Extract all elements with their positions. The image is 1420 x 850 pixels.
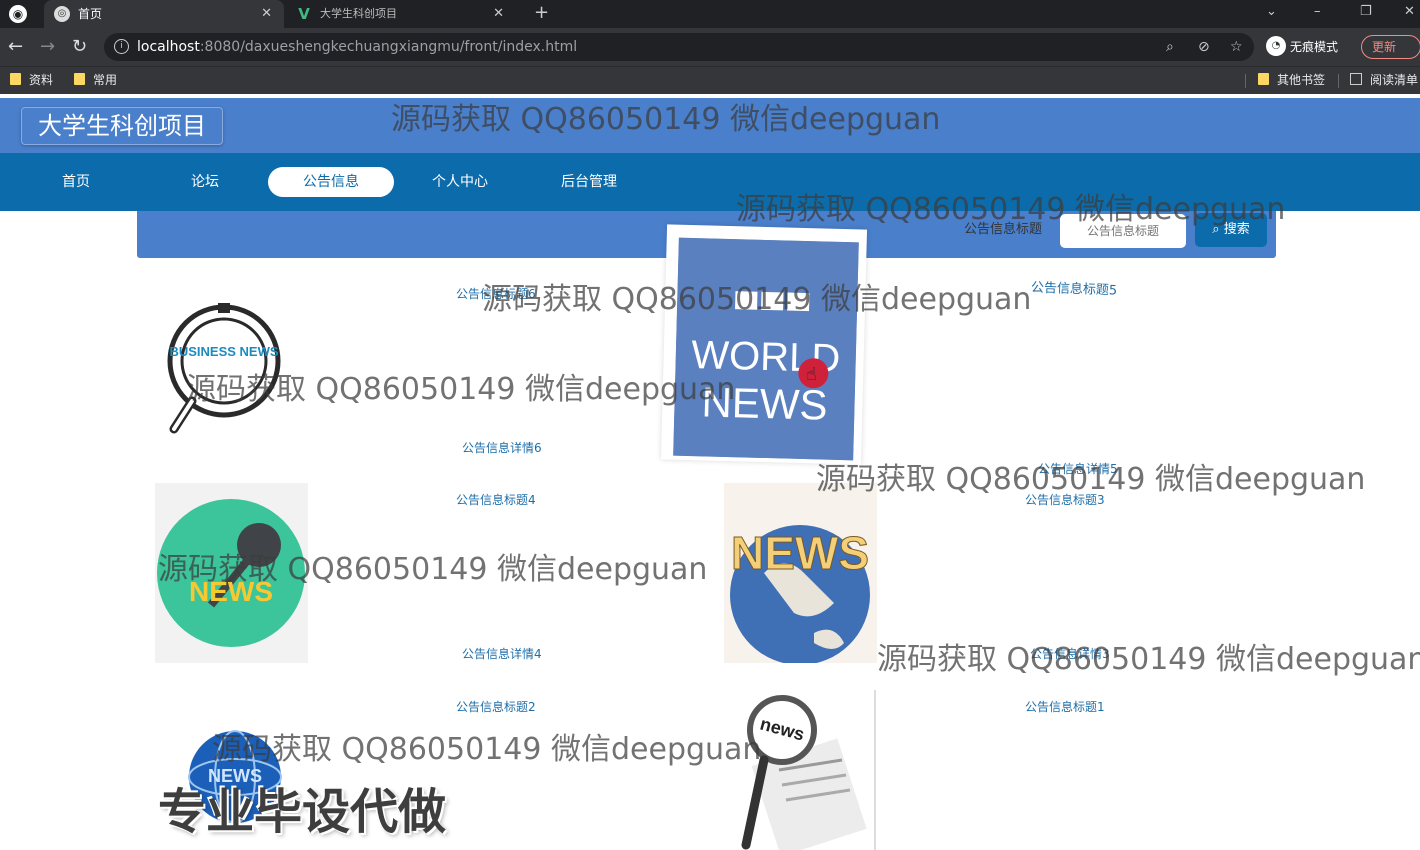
card-title[interactable]: 公告信息标题2: [456, 698, 536, 715]
nav-profile[interactable]: 个人中心: [397, 167, 523, 197]
forward-icon[interactable]: →: [40, 36, 55, 58]
tab-title: 大学生科创项目: [320, 7, 397, 20]
card-title[interactable]: 公告信息标题6: [456, 285, 536, 302]
address-bar[interactable]: i localhost:8080/daxueshengkechuangxiang…: [104, 33, 1254, 61]
nav-home[interactable]: 首页: [13, 167, 139, 197]
card-image[interactable]: news: [724, 690, 877, 850]
chevron-down-icon[interactable]: ⌄: [1266, 0, 1277, 24]
page-content: 大学生科创项目 首页 论坛 公告信息 个人中心 后台管理 公告信息标题 ⌕ 搜索…: [0, 94, 1420, 850]
card-description: 公告信息详情5: [1038, 462, 1118, 476]
bookmark-folder[interactable]: 其他书签: [1258, 67, 1325, 94]
folder-icon: [10, 73, 21, 85]
reading-list-icon: [1350, 73, 1362, 85]
search-button[interactable]: ⌕ 搜索: [1195, 213, 1267, 247]
card-image[interactable]: NEWS: [724, 483, 877, 663]
bookmark-separator: [1338, 74, 1339, 88]
nav-admin[interactable]: 后台管理: [526, 167, 652, 197]
close-window-icon[interactable]: ✕: [1404, 0, 1415, 24]
folder-icon: [74, 73, 85, 85]
svg-text:NEWS: NEWS: [189, 576, 273, 607]
search-icon: ⌕: [1212, 222, 1220, 237]
card-image[interactable]: WORLD NEWS: [673, 237, 859, 461]
card-title[interactable]: 公告信息标题1: [1025, 698, 1105, 715]
watermark: 源码获取 QQ86050149 微信deepguan: [877, 642, 1420, 677]
watermark-bold: 专业毕设代做: [158, 784, 447, 840]
bbc-world-news-image: WORLD NEWS: [673, 237, 859, 461]
card-title[interactable]: 公告信息标题3: [1025, 491, 1105, 508]
tab-home[interactable]: ◎ 首页 ✕: [44, 0, 284, 28]
tab-title: 首页: [78, 7, 103, 21]
browser-menu-icon[interactable]: ◉: [9, 5, 27, 23]
card-title[interactable]: 公告信息标题4: [456, 491, 536, 508]
address-toolbar: ← → ↻ i localhost:8080/daxueshengkechuan…: [0, 28, 1420, 66]
svg-text:NEWS: NEWS: [731, 527, 869, 579]
search-label: 公告信息标题: [964, 222, 1043, 237]
watermark: 源码获取 QQ86050149 微信deepguan: [212, 732, 762, 767]
card-description: 公告信息详情4: [462, 647, 542, 661]
incognito-indicator[interactable]: ◔ 无痕模式: [1266, 36, 1338, 58]
reload-icon[interactable]: ↻: [72, 36, 87, 58]
back-icon[interactable]: ←: [8, 36, 23, 58]
magnifier-news-image: BUSINESS NEWS: [167, 303, 281, 434]
bookmark-folder[interactable]: 常用: [74, 67, 117, 94]
url-text[interactable]: localhost:8080/daxueshengkechuangxiangmu…: [137, 33, 577, 61]
hand-cursor-icon: ☝: [806, 364, 817, 385]
vue-icon: V: [298, 5, 310, 23]
card-title[interactable]: 公告信息标题5: [1031, 277, 1118, 298]
tab-project[interactable]: V 大学生科创项目 ✕: [286, 0, 516, 28]
card-description: 公告信息详情3: [1030, 647, 1110, 661]
close-tab-icon[interactable]: ✕: [493, 0, 504, 28]
close-tab-icon[interactable]: ✕: [261, 0, 272, 28]
incognito-icon: ◔: [1266, 36, 1286, 56]
restore-icon[interactable]: ❐: [1360, 0, 1372, 24]
update-button[interactable]: 更新: [1361, 35, 1420, 59]
main-nav: 首页 论坛 公告信息 个人中心 后台管理: [0, 153, 1420, 211]
zoom-icon[interactable]: ⌕: [1166, 37, 1174, 57]
search-input[interactable]: [1060, 214, 1186, 248]
svg-text:BUSINESS NEWS: BUSINESS NEWS: [169, 344, 278, 359]
card-image[interactable]: BUSINESS NEWS: [162, 299, 312, 444]
microphone-news-image: NEWS: [155, 483, 308, 663]
folder-icon: [1258, 73, 1269, 85]
globe-news-image: NEWS: [724, 483, 877, 663]
site-info-icon[interactable]: i: [114, 39, 129, 54]
globe-icon: ◎: [54, 6, 70, 22]
site-title[interactable]: 大学生科创项目: [21, 107, 223, 145]
reading-list[interactable]: 阅读清单: [1350, 67, 1418, 94]
newspaper-magnifier-image: news: [741, 690, 876, 850]
minimize-icon[interactable]: –: [1314, 0, 1321, 24]
browser-tab-strip: ◉ ◎ 首页 ✕ V 大学生科创项目 ✕ + ⌄ – ❐ ✕: [0, 0, 1420, 28]
new-tab-button[interactable]: +: [534, 0, 549, 26]
nav-announcements[interactable]: 公告信息: [268, 167, 394, 197]
bookmark-folder[interactable]: 资料: [10, 67, 53, 94]
nav-forum[interactable]: 论坛: [142, 167, 268, 197]
site-header: 大学生科创项目: [0, 98, 1420, 153]
bookmark-separator: [1245, 74, 1246, 88]
card-description: 公告信息详情6: [462, 441, 542, 455]
card-image[interactable]: NEWS: [155, 483, 308, 663]
bookmarks-bar: 资料 常用 其他书签 阅读清单: [0, 66, 1420, 94]
eye-off-icon[interactable]: ⊘: [1198, 37, 1210, 57]
star-icon[interactable]: ☆: [1230, 37, 1243, 57]
